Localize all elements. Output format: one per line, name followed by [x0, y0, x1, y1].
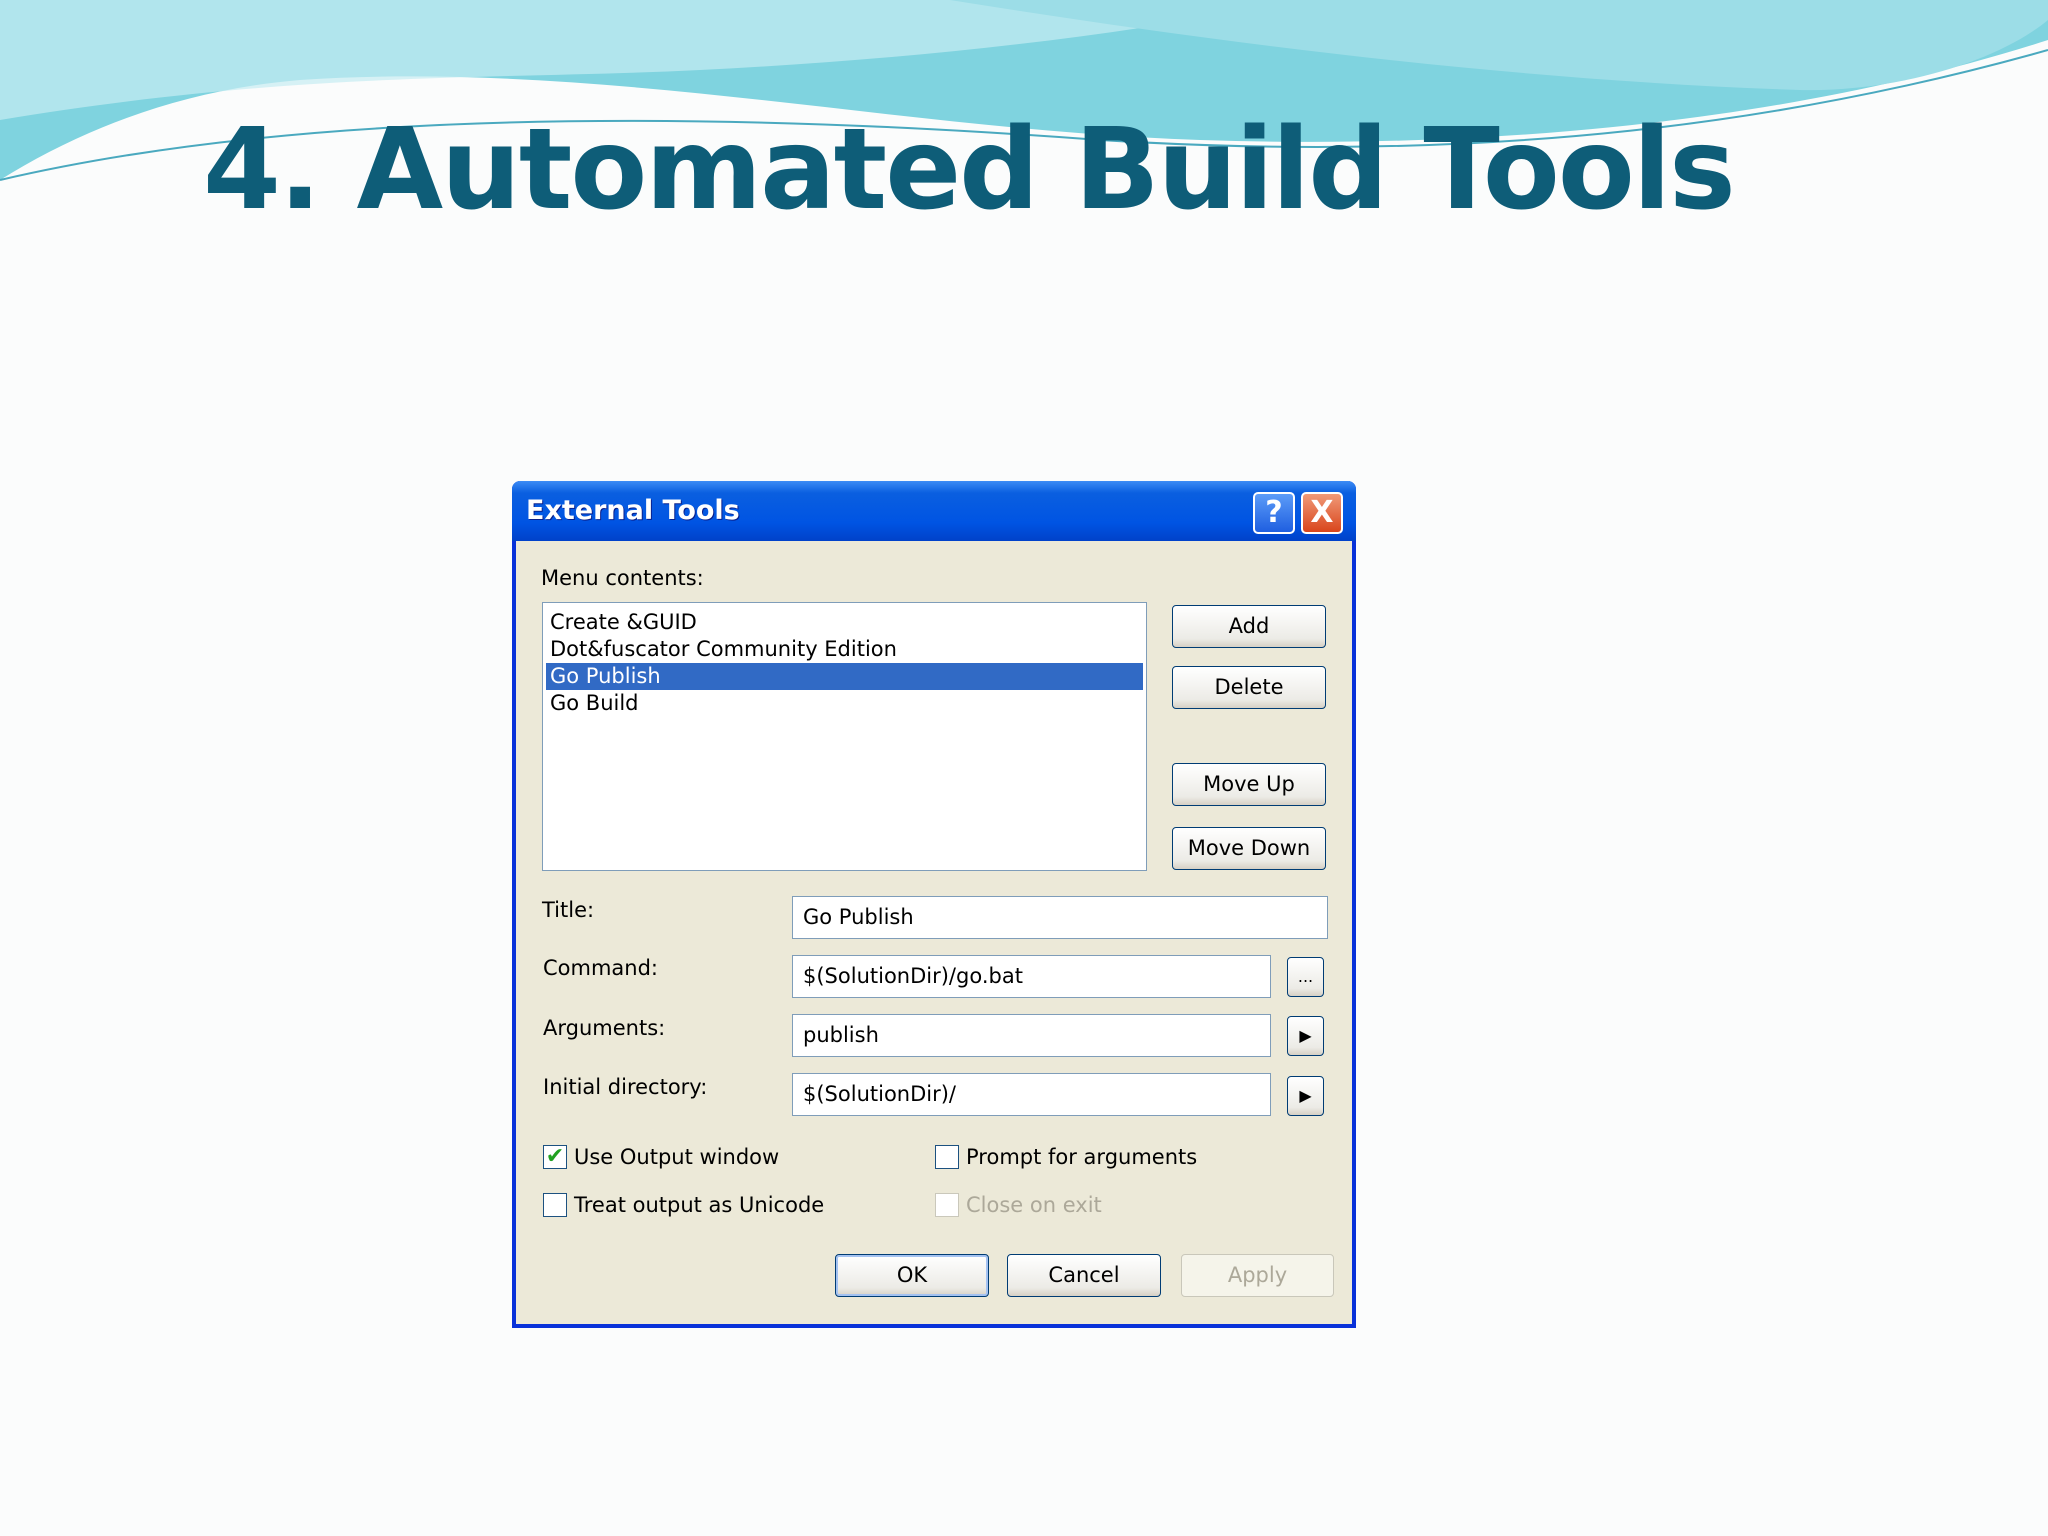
use-output-window-checkbox[interactable]: ✔ — [543, 1145, 567, 1169]
list-item[interactable]: Dot&fuscator Community Edition — [546, 636, 1143, 663]
ellipsis-icon: ... — [1297, 967, 1314, 986]
close-button[interactable]: X — [1301, 492, 1343, 534]
slide-title: 4. Automated Build Tools — [203, 105, 1736, 235]
menu-contents-listbox[interactable]: Create &GUID Dot&fuscator Community Edit… — [542, 602, 1147, 871]
treat-output-unicode-checkbox[interactable] — [543, 1193, 567, 1217]
delete-button[interactable]: Delete — [1172, 666, 1326, 709]
list-item-selected[interactable]: Go Publish — [546, 663, 1143, 690]
use-output-window-label[interactable]: Use Output window — [574, 1145, 779, 1169]
check-icon: ✔ — [545, 1144, 565, 1169]
prompt-for-arguments-checkbox[interactable] — [935, 1145, 959, 1169]
dialog-title: External Tools — [526, 495, 740, 526]
move-up-button[interactable]: Move Up — [1172, 763, 1326, 806]
menu-contents-label: Menu contents: — [541, 566, 704, 590]
command-input[interactable]: $(SolutionDir)/go.bat — [792, 955, 1271, 998]
apply-button: Apply — [1181, 1254, 1334, 1297]
arguments-label: Arguments: — [543, 1016, 666, 1040]
move-down-button[interactable]: Move Down — [1172, 827, 1326, 870]
title-input[interactable]: Go Publish — [792, 896, 1328, 939]
initial-directory-menu-button[interactable]: ▶ — [1287, 1076, 1324, 1116]
close-on-exit-checkbox — [935, 1193, 959, 1217]
help-icon: ? — [1265, 495, 1283, 530]
list-item[interactable]: Go Build — [546, 690, 1143, 717]
cancel-button[interactable]: Cancel — [1007, 1254, 1161, 1297]
initial-directory-label: Initial directory: — [543, 1075, 708, 1099]
ok-button[interactable]: OK — [835, 1254, 989, 1297]
arrow-right-icon: ▶ — [1299, 1086, 1312, 1105]
arrow-right-icon: ▶ — [1299, 1026, 1312, 1045]
help-button[interactable]: ? — [1253, 492, 1295, 534]
title-label: Title: — [542, 898, 595, 922]
browse-command-button[interactable]: ... — [1287, 957, 1324, 997]
close-icon: X — [1310, 495, 1334, 530]
treat-output-unicode-label[interactable]: Treat output as Unicode — [574, 1193, 824, 1217]
prompt-for-arguments-label[interactable]: Prompt for arguments — [966, 1145, 1197, 1169]
arguments-menu-button[interactable]: ▶ — [1287, 1016, 1324, 1056]
arguments-input[interactable]: publish — [792, 1014, 1271, 1057]
close-on-exit-label: Close on exit — [966, 1193, 1102, 1217]
command-label: Command: — [543, 956, 659, 980]
list-item[interactable]: Create &GUID — [546, 609, 1143, 636]
dialog-titlebar: External Tools — [512, 481, 1356, 541]
initial-directory-input[interactable]: $(SolutionDir)/ — [792, 1073, 1271, 1116]
add-button[interactable]: Add — [1172, 605, 1326, 648]
